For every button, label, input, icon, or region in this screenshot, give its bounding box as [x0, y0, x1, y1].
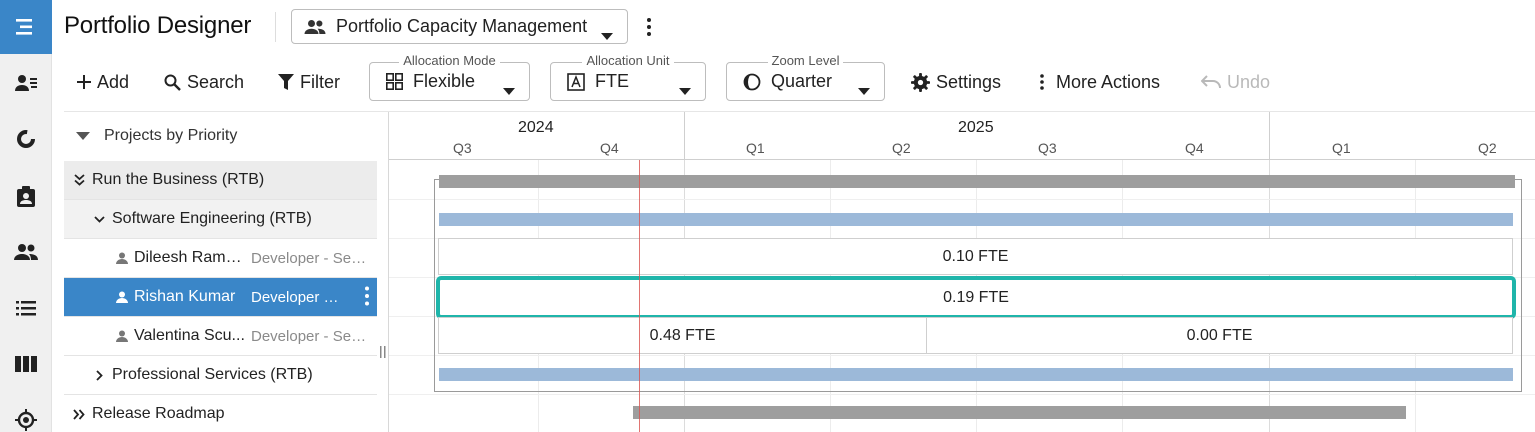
resource-name: Dileesh Rama...: [134, 249, 245, 266]
people-icon: [304, 19, 326, 34]
list-icon[interactable]: [0, 288, 52, 328]
filter-button[interactable]: Filter: [278, 64, 340, 100]
tree-row-release-roadmap[interactable]: Release Roadmap: [64, 395, 377, 432]
allocation-mode-value: Flexible: [413, 71, 476, 91]
donut-chart-icon[interactable]: [0, 119, 52, 159]
allocation-unit-value: FTE: [595, 71, 629, 91]
double-chevron-down-icon[interactable]: [72, 174, 86, 186]
allocation-cell-valentina-1[interactable]: 0.48 FTE: [438, 317, 927, 354]
allocation-mode-legend: Allocation Mode: [399, 53, 500, 68]
undo-icon: [1201, 75, 1221, 89]
search-button[interactable]: Search: [164, 64, 244, 100]
tree-row-run-the-business[interactable]: Run the Business (RTB): [64, 161, 377, 199]
person-icon: [116, 330, 128, 342]
timeline-grid: 2024 2025 Q3 Q4 Q1 Q2 Q3 Q4 Q1 Q2 0.10 F…: [389, 112, 1535, 432]
tree-header[interactable]: Projects by Priority: [64, 112, 388, 159]
resource-name: Valentina Scu...: [134, 327, 245, 344]
tree-row-software-engineering[interactable]: Software Engineering (RTB): [64, 200, 377, 238]
person-icon: [116, 252, 128, 264]
year-label: 2024: [518, 119, 554, 136]
search-icon: [164, 74, 181, 91]
allocation-cell-rishan[interactable]: 0.19 FTE: [436, 276, 1516, 319]
quarter-label: Q4: [600, 140, 619, 156]
settings-label: Settings: [936, 71, 1002, 92]
chevron-right-icon[interactable]: [92, 369, 106, 381]
chevron-down-icon: [601, 24, 613, 45]
settings-button[interactable]: Settings: [911, 64, 1001, 100]
tree-row-dileesh[interactable]: Dileesh Rama... Developer - Sen...: [64, 239, 377, 277]
release-roadmap-bar[interactable]: [633, 406, 1406, 419]
zoom-level-value: Quarter: [771, 71, 833, 91]
software-engineering-bar[interactable]: [439, 213, 1513, 226]
search-label: Search: [187, 71, 245, 92]
undo-button[interactable]: Undo: [1201, 64, 1270, 100]
resource-name: Rishan Kumar: [134, 288, 236, 305]
project-tree: Projects by Priority Run the Business (R…: [64, 112, 388, 432]
collapse-triangle-icon[interactable]: [76, 127, 90, 145]
user-list-icon[interactable]: [0, 63, 52, 103]
navigation-rail: [0, 0, 52, 432]
professional-services-bar[interactable]: [439, 368, 1513, 381]
allocation-cell-valentina-2[interactable]: 0.00 FTE: [926, 317, 1513, 354]
quarter-label: Q1: [1332, 140, 1351, 156]
quarter-label: Q2: [892, 140, 911, 156]
plus-icon: [77, 75, 91, 89]
more-vertical-icon: [1040, 74, 1044, 90]
chevron-down-icon[interactable]: [92, 215, 106, 223]
zoom-level-select[interactable]: Zoom Level Quarter: [726, 53, 885, 101]
view-selector[interactable]: Portfolio Capacity Management: [291, 9, 628, 44]
people-icon[interactable]: [0, 232, 52, 272]
allocation-unit-select[interactable]: Allocation Unit FTE: [550, 53, 706, 101]
tree-row-label: Run the Business (RTB): [92, 171, 265, 188]
resource-role: Developer - ...: [251, 288, 343, 306]
row-more-options-icon[interactable]: [365, 286, 369, 311]
allocation-cell-dileesh[interactable]: 0.10 FTE: [438, 238, 1513, 275]
run-the-business-bar[interactable]: [439, 175, 1515, 188]
quarter-label: Q4: [1185, 140, 1204, 156]
double-chevron-right-icon[interactable]: [72, 408, 86, 420]
add-button[interactable]: Add: [77, 64, 129, 100]
more-actions-label: More Actions: [1056, 71, 1161, 92]
grid-icon: [386, 73, 403, 90]
tree-row-label: Professional Services (RTB): [112, 366, 313, 383]
app-title: Portfolio Designer: [64, 12, 252, 39]
chevron-down-icon: [503, 79, 515, 100]
more-options-icon[interactable]: [640, 14, 658, 40]
menu-toggle-icon[interactable]: [0, 0, 52, 54]
quarter-label: Q2: [1478, 140, 1497, 156]
allocation-unit-legend: Allocation Unit: [582, 53, 674, 68]
gear-icon: [911, 72, 930, 92]
target-icon[interactable]: [0, 400, 52, 432]
today-marker: [639, 160, 640, 432]
chevron-down-icon: [679, 79, 691, 100]
add-label: Add: [97, 71, 130, 92]
resource-role: Developer - Sen...: [251, 249, 369, 267]
allocation-mode-select[interactable]: Allocation Mode Flexible: [369, 53, 530, 101]
columns-icon[interactable]: [0, 344, 52, 384]
tree-row-professional-services[interactable]: Professional Services (RTB): [64, 356, 377, 394]
clipboard-person-icon[interactable]: [0, 176, 52, 216]
more-actions-button[interactable]: More Actions: [1040, 64, 1160, 100]
splitter-grip-icon[interactable]: [380, 345, 386, 358]
person-icon: [116, 291, 128, 303]
header-divider: [275, 12, 276, 42]
tree-row-rishan[interactable]: Rishan Kumar Developer - ...: [64, 278, 377, 316]
zoom-level-legend: Zoom Level: [767, 53, 844, 68]
tree-row-valentina[interactable]: Valentina Scu... Developer - Sen...: [64, 317, 377, 355]
tree-row-label: Software Engineering (RTB): [112, 210, 312, 227]
chevron-down-icon: [858, 79, 870, 100]
quarter-label: Q1: [746, 140, 765, 156]
quarter-label: Q3: [1038, 140, 1057, 156]
year-label: 2025: [958, 119, 994, 136]
undo-label: Undo: [1227, 71, 1271, 92]
resource-role: Developer - Sen...: [251, 327, 369, 345]
filter-label: Filter: [300, 71, 340, 92]
view-selector-label: Portfolio Capacity Management: [336, 16, 588, 36]
tree-header-label: Projects by Priority: [104, 126, 238, 144]
quarter-label: Q3: [453, 140, 472, 156]
filter-icon: [278, 74, 294, 90]
tree-row-label: Release Roadmap: [92, 405, 225, 422]
text-box-icon: [567, 72, 585, 91]
moon-phase-icon: [743, 73, 761, 91]
